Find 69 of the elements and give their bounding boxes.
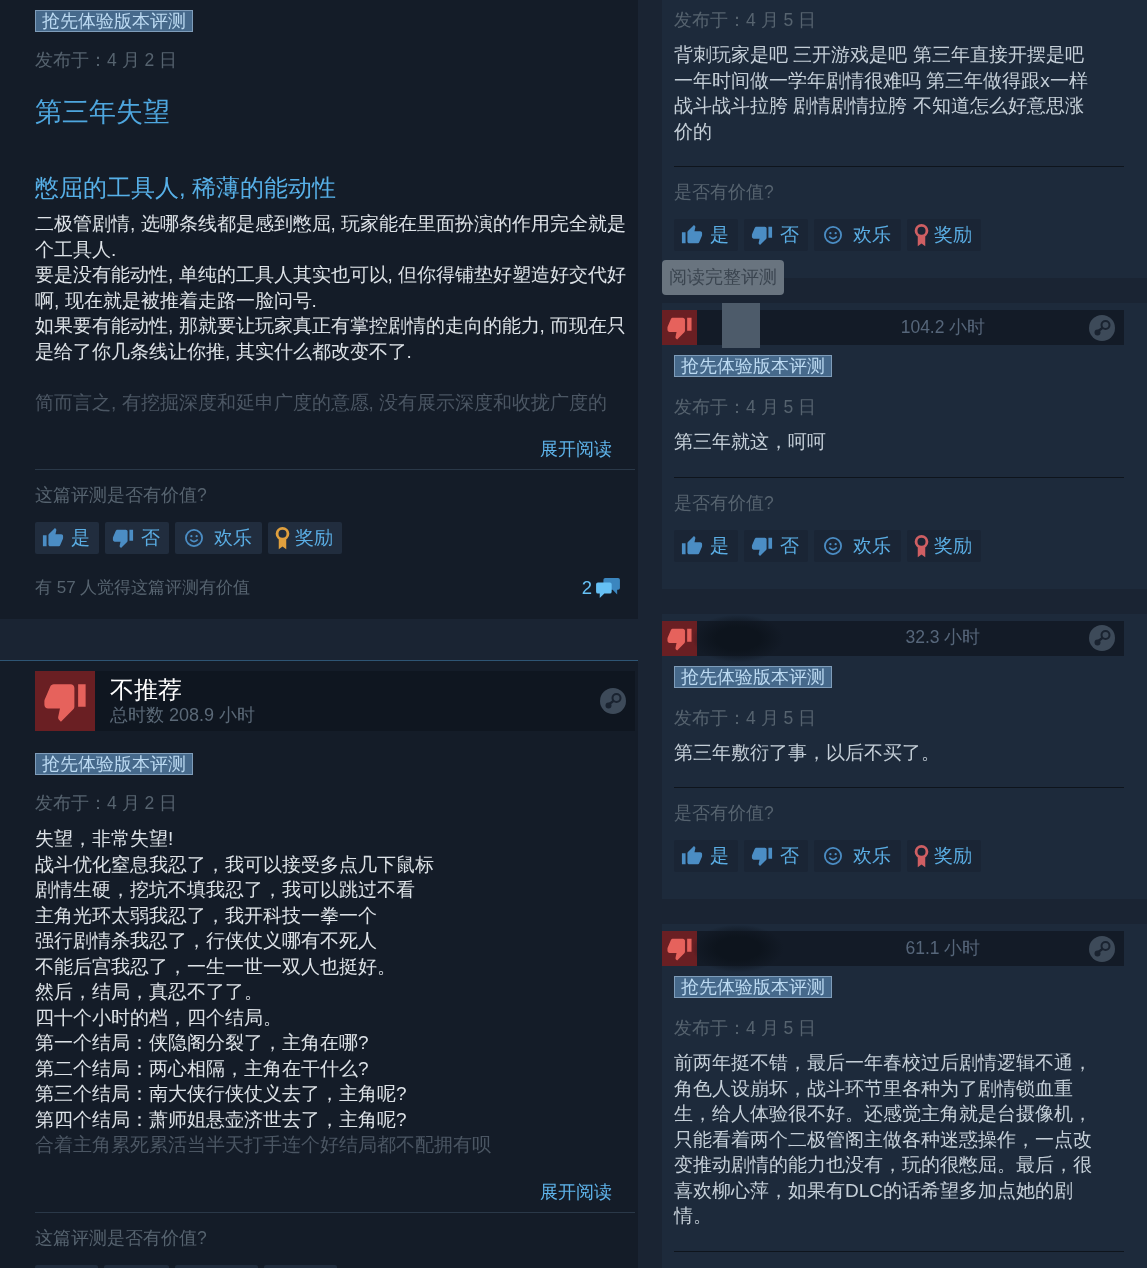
helpful-prompt: 这篇评测是否有价值? [35,1227,208,1248]
helpful-count: 有 57 人觉得这篇评测有价值 [35,578,251,598]
funny-button[interactable]: 欢乐 [175,522,262,554]
review-text: 四十个小时的档，四个结局。 [35,1005,283,1030]
helpful-prompt: 是否有价值? [674,803,775,823]
review-text: 背刺玩家是吧 三开游戏是吧 第三年直接开摆是吧一年时间做一学年剧情很难吗 第三年做得跟x一样战斗战斗拉胯 剧情剧情拉胯 不知道怎么好意思涨价的 [674,43,1089,144]
funny-button[interactable]: 欢乐 [814,840,901,872]
review-text: 二极管剧情, 选哪条线都是感到憋屈, 玩家能在里面扮演的作用完全就是个工具人. [35,212,628,262]
review-text: 如果要有能动性, 那就要让玩家真正有掌控剧情的走向的能力, 而现在只是给了你几条线让你推, 其实什么都改变不了. [35,314,628,364]
post-date: 发布于：4 月 5 日 [674,1018,818,1038]
early-access-tag: 抢先体验版本评测 [674,355,832,377]
faded-text: 合着主角累死累活当半天打手连个好结局都不配拥有呗 [35,1133,492,1157]
award-button[interactable]: 奖励 [907,840,981,872]
yes-button[interactable]: 是 [35,522,99,554]
playtime-label: 61.1 小时 [905,937,981,958]
review-text: 强行剧情杀我忍了，行侠仗义哪有不死人 [35,929,378,953]
yes-button[interactable]: 是 [674,840,738,872]
award-button[interactable]: 奖励 [268,522,342,554]
review-text: 第四个结局：萧师姐悬壶济世去了，主角呢? [35,1107,408,1132]
award-button[interactable]: 奖励 [907,219,981,251]
helpful-prompt: 是否有价值? [674,182,775,202]
read-more-link[interactable]: 展开阅读 [540,439,612,459]
helpful-prompt: 是否有价值? [674,492,775,513]
review-text: 第二个结局：两心相隔，主角在干什么? [35,1056,370,1081]
review-text: 前两年挺不错，最后一年春校过后剧情逻辑不通，角色人设崩坏，战斗环节里各种为了剧情锁血重生，给人体验很不好。还感觉主角就是台摄像机，只能看着两个二极管阁主做各种迷惑操作，一点改变推动剧情的能力也没有，玩的很憋屈。最后，很喜欢柳心萍，如果有DLC的话希望多加点她的剧情。 [674,1051,1093,1228]
review-text: 第三个结局：南大侠行侠仗义去了，主角呢? [35,1082,408,1106]
no-button[interactable]: 否 [744,529,808,562]
award-button[interactable]: 奖励 [907,529,981,562]
comments-link[interactable]: 2 [581,577,620,599]
round-logo-icon [1089,314,1115,341]
yes-button[interactable]: 是 [674,529,738,562]
section-heading: 憋屈的工具人, 稀薄的能动性 [35,173,338,203]
review-text: 失望，非常失望! [35,827,175,851]
early-access-tag: 抢先体验版本评测 [35,10,193,32]
post-date: 发布于：4 月 5 日 [674,10,818,30]
review-text: 主角光环太弱我忍了，我开科技一拳一个 [35,903,378,928]
no-button[interactable]: 否 [744,219,808,251]
playtime-label: 总时数 208.9 小时 [110,704,257,726]
helpful-prompt: 这篇评测是否有价值? [35,485,208,505]
review-text: 然后，结局，真忍不了了。 [35,980,264,1004]
review-text: 第三年敷衍了事，以后不买了。 [674,740,941,765]
review-text: 第一个结局：侠隐阁分裂了，主角在哪? [35,1031,370,1055]
review-text: 不能后宫我忍了，一生一世一双人也挺好。 [35,954,397,979]
no-button[interactable]: 否 [105,522,169,554]
faded-text: 简而言之, 有挖掘深度和延申广度的意愿, 没有展示深度和收拢广度的 [35,390,609,415]
review-title: 第三年失望 [35,96,171,129]
speech-bubbles-icon [596,577,620,599]
verdict-label: 不推荐 [110,676,183,704]
funny-button[interactable]: 欢乐 [814,529,901,562]
early-access-tag: 抢先体验版本评测 [674,976,832,998]
round-logo-icon [1089,935,1115,962]
post-date: 发布于：4 月 5 日 [674,707,818,728]
playtime-label: 104.2 小时 [900,316,986,337]
post-date: 发布于：4 月 5 日 [674,397,818,417]
post-date: 发布于：4 月 2 日 [35,793,179,813]
review-text: 第三年就这，呵呵 [674,430,827,454]
round-logo-icon [1089,625,1115,651]
read-more-link[interactable]: 展开阅读 [540,1181,612,1202]
early-access-tag: 抢先体验版本评测 [674,665,832,688]
review-text: 要是没有能动性, 单纯的工具人其实也可以, 但你得铺垫好塑造好交代好啊, 现在就是被推着走路一脸问号. [35,263,628,313]
review-text: 剧情生硬，挖坑不填我忍了，我可以跳过不看 [35,878,416,902]
no-button[interactable]: 否 [744,840,808,872]
early-access-tag: 抢先体验版本评测 [35,753,193,775]
funny-button[interactable]: 欢乐 [814,219,901,251]
round-logo-icon [600,688,626,714]
yes-button[interactable]: 是 [674,219,738,251]
post-date: 发布于：4 月 2 日 [35,50,179,70]
playtime-label: 32.3 小时 [905,627,981,647]
review-text: 战斗优化窒息我忍了，我可以接受多点几下鼠标 [35,852,435,877]
